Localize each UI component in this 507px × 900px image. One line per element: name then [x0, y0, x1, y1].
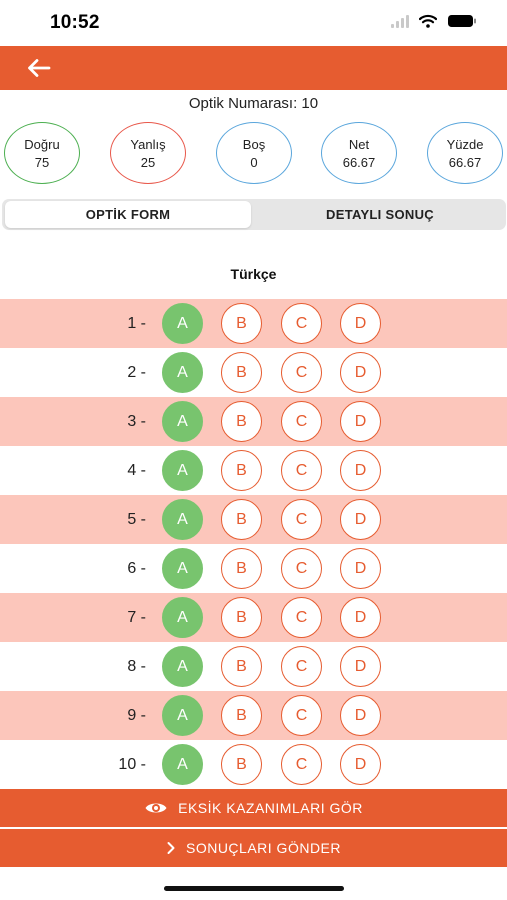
- question-number: 9 -: [127, 707, 146, 724]
- option-b-bubble[interactable]: B: [221, 744, 262, 785]
- option-c-bubble[interactable]: C: [281, 597, 322, 638]
- question-row: 1 - A B C D: [0, 299, 507, 348]
- stat-label: Yüzde: [446, 137, 484, 152]
- option-a-bubble[interactable]: A: [162, 597, 203, 638]
- stat-bos: Boş 0: [216, 122, 292, 184]
- stat-value: 66.67: [342, 155, 376, 170]
- app-header: [0, 46, 507, 90]
- option-b-bubble[interactable]: B: [221, 597, 262, 638]
- option-b-bubble[interactable]: B: [221, 303, 262, 344]
- option-b-bubble[interactable]: B: [221, 548, 262, 589]
- option-c-bubble[interactable]: C: [281, 646, 322, 687]
- question-number: 10 -: [118, 756, 146, 773]
- option-b-bubble[interactable]: B: [221, 352, 262, 393]
- eksik-kazanimlar-button[interactable]: EKSİK KAZANIMLARI GÖR: [0, 789, 507, 827]
- option-c-bubble[interactable]: C: [281, 450, 322, 491]
- option-c-bubble[interactable]: C: [281, 352, 322, 393]
- option-c-bubble[interactable]: C: [281, 401, 322, 442]
- status-bar: 10:52: [0, 0, 507, 46]
- option-a-bubble[interactable]: A: [162, 646, 203, 687]
- stat-label: Boş: [242, 137, 266, 152]
- eksik-kazanimlar-label: EKSİK KAZANIMLARI GÖR: [178, 800, 363, 816]
- option-a-bubble[interactable]: A: [162, 450, 203, 491]
- question-row: 8 - A B C D: [0, 642, 507, 691]
- option-d-bubble[interactable]: D: [340, 499, 381, 540]
- stat-label: Net: [348, 137, 370, 152]
- stat-value: 66.67: [448, 155, 482, 170]
- option-a-bubble[interactable]: A: [162, 499, 203, 540]
- segmented-control: OPTİK FORM DETAYLI SONUÇ: [2, 199, 506, 230]
- option-a-bubble[interactable]: A: [162, 695, 203, 736]
- option-a-bubble[interactable]: A: [162, 548, 203, 589]
- battery-icon: [447, 14, 477, 28]
- stat-dogru: Doğru 75: [4, 122, 80, 184]
- stat-value: 75: [34, 155, 50, 170]
- question-row: 2 - A B C D: [0, 348, 507, 397]
- stats-row: Doğru 75 Yanlış 25 Boş 0 Net 66.67 Yüzde…: [4, 122, 504, 184]
- option-d-bubble[interactable]: D: [340, 744, 381, 785]
- question-row: 4 - A B C D: [0, 446, 507, 495]
- option-c-bubble[interactable]: C: [281, 744, 322, 785]
- option-d-bubble[interactable]: D: [340, 352, 381, 393]
- question-row: 10 - A B C D: [0, 740, 507, 789]
- option-d-bubble[interactable]: D: [340, 597, 381, 638]
- option-d-bubble[interactable]: D: [340, 401, 381, 442]
- option-a-bubble[interactable]: A: [162, 352, 203, 393]
- tab-detayli-sonuc[interactable]: DETAYLI SONUÇ: [257, 201, 503, 228]
- option-b-bubble[interactable]: B: [221, 646, 262, 687]
- sonuclari-gonder-label: SONUÇLARI GÖNDER: [185, 840, 342, 856]
- option-c-bubble[interactable]: C: [281, 695, 322, 736]
- question-number: 5 -: [127, 511, 146, 528]
- option-b-bubble[interactable]: B: [221, 499, 262, 540]
- question-number: 8 -: [127, 658, 146, 675]
- question-row: 9 - A B C D: [0, 691, 507, 740]
- stat-value: 0: [250, 155, 258, 170]
- stat-label: Yanlış: [130, 137, 166, 152]
- option-c-bubble[interactable]: C: [281, 548, 322, 589]
- question-row: 5 - A B C D: [0, 495, 507, 544]
- sonuclari-gonder-button[interactable]: SONUÇLARI GÖNDER: [0, 829, 507, 867]
- question-number: 1 -: [127, 315, 146, 332]
- option-c-bubble[interactable]: C: [281, 499, 322, 540]
- question-number: 4 -: [127, 462, 146, 479]
- stat-value: 25: [140, 155, 156, 170]
- option-d-bubble[interactable]: D: [340, 303, 381, 344]
- option-d-bubble[interactable]: D: [340, 450, 381, 491]
- option-c-bubble[interactable]: C: [281, 303, 322, 344]
- back-button[interactable]: [22, 54, 56, 82]
- question-number: 6 -: [127, 560, 146, 577]
- home-indicator: [164, 886, 344, 891]
- tab-optik-form[interactable]: OPTİK FORM: [5, 201, 251, 228]
- wifi-icon: [419, 14, 437, 28]
- option-a-bubble[interactable]: A: [162, 303, 203, 344]
- section-title: Türkçe: [230, 266, 277, 282]
- status-icons: [391, 14, 477, 28]
- optik-number-label: Optik Numarası: 10: [188, 95, 319, 112]
- question-number: 7 -: [127, 609, 146, 626]
- question-row: 7 - A B C D: [0, 593, 507, 642]
- status-time: 10:52: [50, 12, 100, 33]
- answer-sheet: 1 - A B C D 2 - A B C D 3 - A B C D 4 - …: [0, 299, 507, 789]
- option-a-bubble[interactable]: A: [162, 744, 203, 785]
- question-row: 6 - A B C D: [0, 544, 507, 593]
- option-b-bubble[interactable]: B: [221, 695, 262, 736]
- question-number: 2 -: [127, 364, 146, 381]
- question-row: 3 - A B C D: [0, 397, 507, 446]
- chevron-right-icon: [167, 842, 175, 854]
- stat-net: Net 66.67: [321, 122, 397, 184]
- stat-yuzde: Yüzde 66.67: [427, 122, 503, 184]
- stat-label: Doğru: [24, 137, 60, 152]
- arrow-left-icon: [28, 59, 51, 77]
- question-number: 3 -: [127, 413, 146, 430]
- option-d-bubble[interactable]: D: [340, 548, 381, 589]
- option-b-bubble[interactable]: B: [221, 401, 262, 442]
- option-b-bubble[interactable]: B: [221, 450, 262, 491]
- option-a-bubble[interactable]: A: [162, 401, 203, 442]
- signal-icon: [391, 14, 409, 28]
- option-d-bubble[interactable]: D: [340, 646, 381, 687]
- eye-icon: [145, 803, 167, 813]
- stat-yanlis: Yanlış 25: [110, 122, 186, 184]
- option-d-bubble[interactable]: D: [340, 695, 381, 736]
